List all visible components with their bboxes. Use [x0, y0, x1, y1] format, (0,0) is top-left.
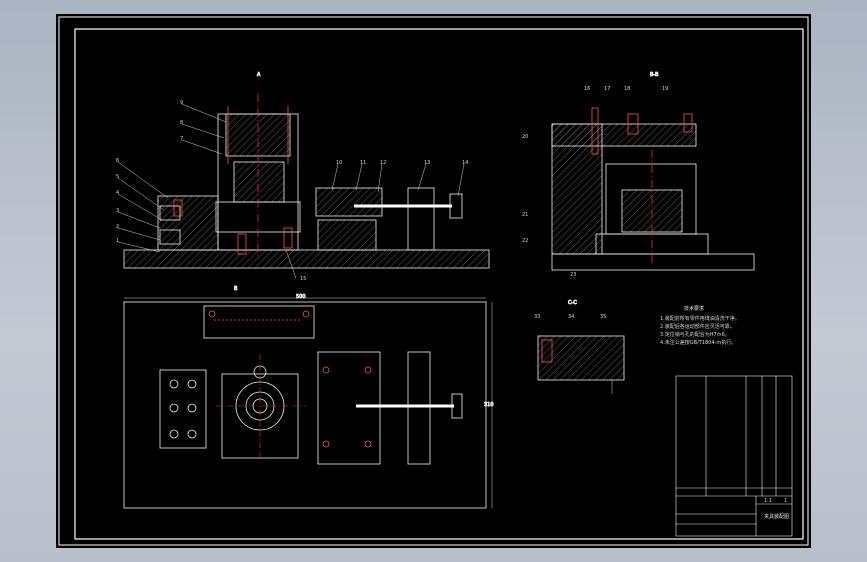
- part-balloon-4: 4: [116, 190, 119, 196]
- part-balloon-33: 33: [534, 314, 540, 320]
- title-block: 夹具装配图 1:1 1: [675, 375, 793, 537]
- part-balloon-15: 15: [300, 276, 306, 282]
- top-view: B 500 310: [123, 286, 494, 509]
- drawing-name: 夹具装配图: [764, 513, 789, 520]
- part-balloon-6: 6: [116, 158, 119, 164]
- detail-view-balloons: 33 34 35: [534, 314, 606, 320]
- part-balloon-16: 16: [584, 86, 590, 92]
- part-balloon-18: 18: [624, 86, 630, 92]
- main-section-view: A: [117, 72, 490, 279]
- part-balloon-17: 17: [604, 86, 610, 92]
- tech-req-item: 3.定位销与孔的配合为H7/n6。: [660, 331, 730, 338]
- part-balloon-20: 20: [522, 134, 528, 140]
- tech-req-item: 4.未注公差按GB/T1804-m执行。: [660, 339, 736, 346]
- part-balloon-22: 22: [522, 238, 528, 244]
- top-width-dimension: 500: [296, 294, 306, 300]
- part-balloon-13: 13: [424, 160, 430, 166]
- part-balloon-19: 19: [662, 86, 668, 92]
- part-balloon-12: 12: [380, 160, 386, 166]
- tech-req-item: 2.装配后各运动部件应灵活可靠。: [660, 323, 735, 330]
- part-balloon-1: 1: [116, 238, 119, 244]
- main-view-label: A: [257, 72, 261, 78]
- cad-drawing-canvas: A B-B B 500 310 C-C 技术要求 1.装配前所有零件用煤油清洗干…: [58, 16, 809, 546]
- part-balloon-3: 3: [116, 208, 119, 214]
- part-balloon-34: 34: [568, 314, 574, 320]
- part-balloon-14: 14: [462, 160, 468, 166]
- drawing-sheet: A B-B B 500 310 C-C 技术要求 1.装配前所有零件用煤油清洗干…: [56, 14, 811, 548]
- part-balloon-35: 35: [600, 314, 606, 320]
- side-section-view: B-B: [551, 72, 755, 271]
- part-balloon-21: 21: [522, 212, 528, 218]
- side-view-label: B-B: [650, 72, 659, 78]
- detail-section-view: C-C: [537, 300, 625, 394]
- part-balloon-5: 5: [116, 174, 119, 180]
- technical-requirements: 技术要求 1.装配前所有零件用煤油清洗干净。 2.装配后各运动部件应灵活可靠。 …: [660, 305, 740, 346]
- part-balloon-23: 23: [570, 272, 576, 278]
- sheet-number: 1: [784, 498, 787, 504]
- detail-view-label: C-C: [568, 300, 577, 306]
- scale-value: 1:1: [764, 498, 772, 504]
- top-view-label: B: [234, 286, 238, 292]
- part-balloon-2: 2: [116, 224, 119, 230]
- part-balloon-8: 8: [180, 120, 183, 126]
- part-balloon-7: 7: [180, 136, 183, 142]
- tech-req-title: 技术要求: [684, 305, 704, 312]
- part-balloon-11: 11: [360, 160, 366, 166]
- tech-req-item: 1.装配前所有零件用煤油清洗干净。: [660, 315, 740, 322]
- drawing-frame: [58, 16, 809, 546]
- part-balloon-9: 9: [180, 100, 183, 106]
- part-balloon-10: 10: [336, 160, 342, 166]
